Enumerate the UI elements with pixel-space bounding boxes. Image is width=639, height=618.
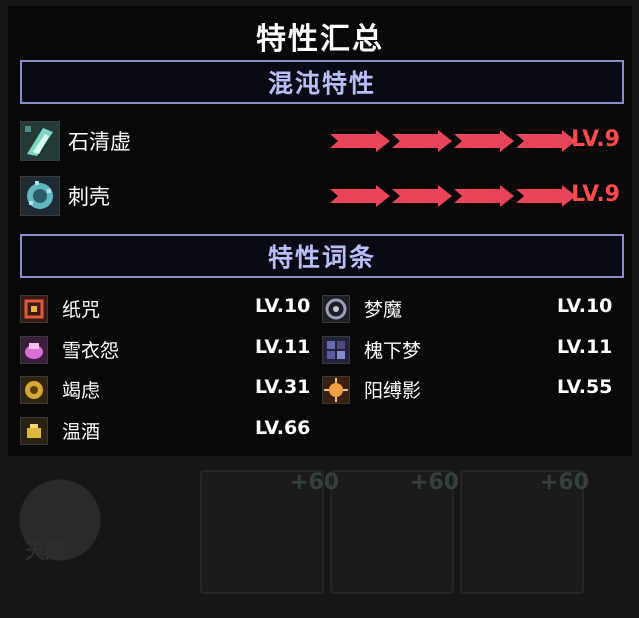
snow-robe-icon: [20, 336, 48, 364]
entry-level: LV.31: [255, 376, 311, 398]
entry-level: LV.10: [557, 295, 613, 317]
entry-level: LV.11: [557, 336, 613, 358]
bar-segment: [330, 185, 390, 207]
trait-name: 石清虚: [68, 130, 131, 154]
chaos-trait-row[interactable]: 石清虚 LV.9: [20, 121, 620, 161]
entry-name: 雪衣怨: [62, 340, 120, 362]
trait-entry[interactable]: 阳缚影 LV.55: [322, 374, 622, 404]
entry-name: 温酒: [62, 421, 101, 443]
background-plus-label: +60: [540, 470, 590, 495]
bar-segment: [454, 185, 514, 207]
bar-segment: [330, 130, 390, 152]
background-plus-label: +60: [290, 470, 340, 495]
trait-level: LV.9: [571, 182, 620, 207]
trait-level: LV.9: [571, 127, 620, 152]
trait-summary-panel: 特性汇总 混沌特性 石清虚 LV.9 刺壳 LV.9 特性词条 纸咒 LV.10…: [8, 6, 632, 456]
chaos-trait-row[interactable]: 刺壳 LV.9: [20, 176, 620, 216]
bar-segment: [454, 130, 514, 152]
trait-entries-header: 特性词条: [20, 234, 624, 278]
entry-level: LV.11: [255, 336, 311, 358]
trait-entry[interactable]: 槐下梦 LV.11: [322, 334, 622, 364]
entry-name: 阳缚影: [364, 380, 422, 402]
trait-entry[interactable]: 纸咒 LV.10: [20, 293, 320, 323]
entry-level: LV.10: [255, 295, 311, 317]
entry-name: 槐下梦: [364, 340, 422, 362]
entry-name: 纸咒: [62, 299, 101, 321]
bar-segment: [516, 185, 576, 207]
trait-level-bar: [330, 130, 576, 152]
entry-name: 竭虑: [62, 380, 101, 402]
entry-level: LV.66: [255, 417, 311, 439]
dream-demon-icon: [322, 295, 350, 323]
entry-name: 梦魔: [364, 299, 403, 321]
locust-dream-icon: [322, 336, 350, 364]
stone-shard-icon: [20, 121, 60, 161]
trait-name: 刺壳: [68, 185, 110, 209]
warm-wine-icon: [20, 417, 48, 445]
entry-level: LV.55: [557, 376, 613, 398]
trait-entry[interactable]: 雪衣怨 LV.11: [20, 334, 320, 364]
trait-entry[interactable]: 竭虑 LV.31: [20, 374, 320, 404]
paper-curse-icon: [20, 295, 48, 323]
sun-bind-icon: [322, 376, 350, 404]
background-plus-label: +60: [410, 470, 460, 495]
bar-segment: [392, 130, 452, 152]
spiked-shell-icon: [20, 176, 60, 216]
trait-entry[interactable]: 温酒 LV.66: [20, 415, 320, 445]
background-talent-label: 天赋: [25, 539, 65, 563]
bar-segment: [516, 130, 576, 152]
bar-segment: [392, 185, 452, 207]
trait-entry[interactable]: 梦魔 LV.10: [322, 293, 622, 323]
trait-level-bar: [330, 185, 576, 207]
exhaust-icon: [20, 376, 48, 404]
panel-title: 特性汇总: [256, 22, 384, 57]
chaos-traits-header: 混沌特性: [20, 60, 624, 104]
